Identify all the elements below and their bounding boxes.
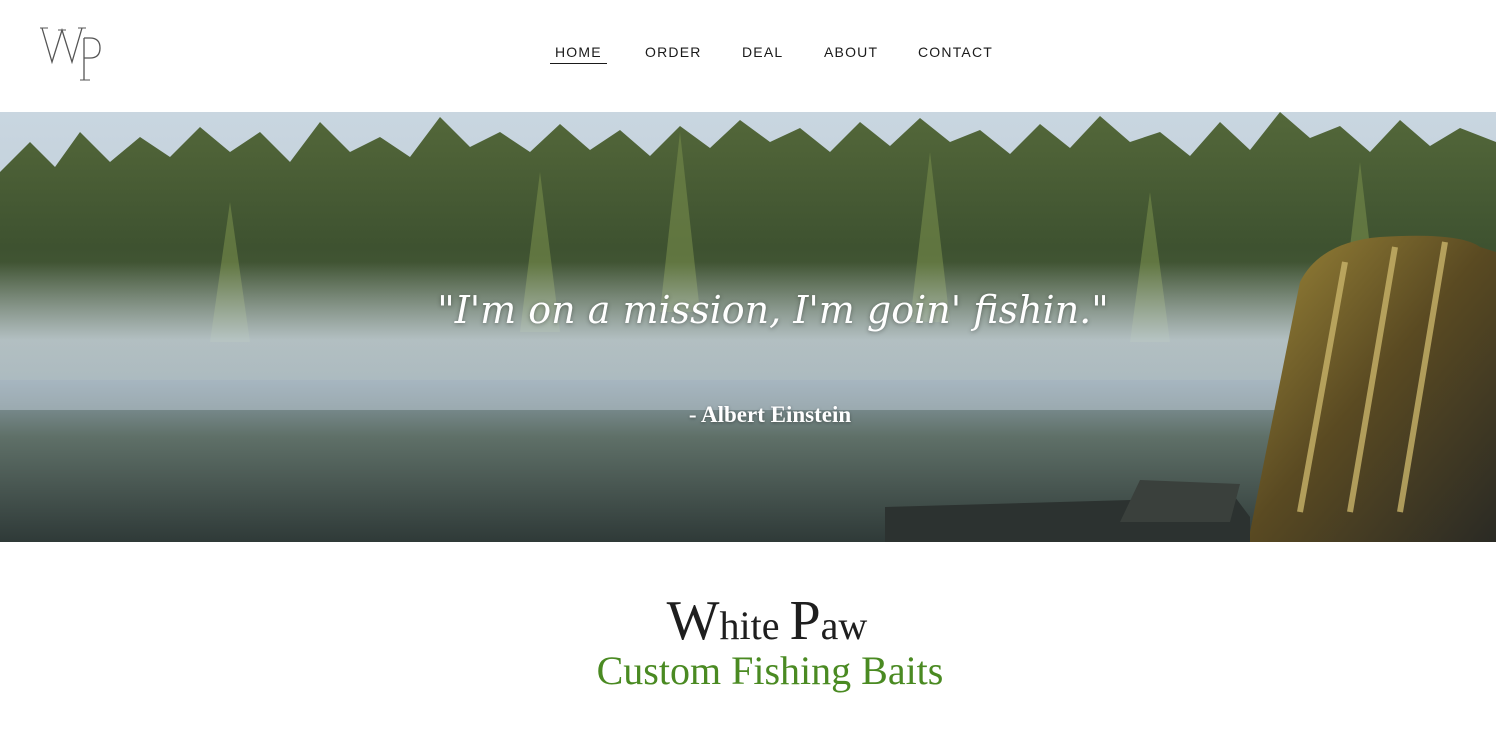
nav-deal[interactable]: DEAL	[742, 42, 783, 64]
hero-quote-author: - Albert Einstein	[688, 402, 852, 427]
nav-about[interactable]: ABOUT	[824, 42, 878, 64]
nav-home[interactable]: HOME	[550, 42, 607, 64]
hero-banner: "I'm on a mission, I'm goin' fishin." - …	[0, 112, 1496, 542]
nav-contact[interactable]: CONTACT	[918, 42, 993, 64]
main-nav: HOME ORDER DEAL ABOUT CONTACT	[0, 42, 1496, 66]
brand-tagline: Custom Fishing Baits	[596, 648, 944, 693]
brand-section: White Paw Custom Fishing Baits	[0, 592, 1496, 691]
hero-quote: "I'm on a mission, I'm goin' fishin."	[437, 288, 1109, 332]
brand-name: White Paw	[0, 592, 1496, 655]
brand-name-initial-w: W	[666, 590, 720, 652]
nav-order[interactable]: ORDER	[645, 42, 702, 64]
brand-name-rest-1: hite	[719, 603, 790, 648]
brand-name-rest-2: aw	[820, 603, 868, 648]
site-header: HOME ORDER DEAL ABOUT CONTACT	[0, 0, 1496, 112]
brand-name-initial-p: P	[789, 590, 821, 652]
